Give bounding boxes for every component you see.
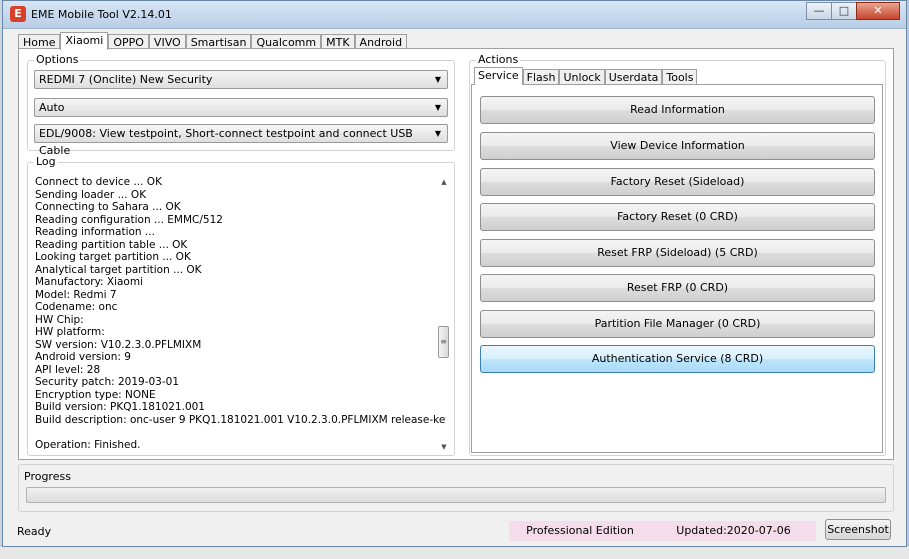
window-title: EME Mobile Tool V2.14.01	[31, 8, 172, 21]
log-line: Reading configuration ... EMMC/512	[35, 213, 223, 226]
reset-frp-sideload-button[interactable]: Reset FRP (Sideload) (5 CRD)	[480, 239, 875, 267]
log-line: Looking target partition ... OK	[35, 251, 191, 263]
tab-xiaomi[interactable]: Xiaomi	[60, 32, 109, 50]
connection-select-value: EDL/9008: View testpoint, Short-connect …	[39, 127, 413, 157]
scroll-thumb[interactable]: ≡	[438, 326, 449, 358]
log-line: Sending loader ... OK	[35, 188, 147, 201]
maximize-button[interactable]: □	[831, 2, 857, 20]
view-device-information-button[interactable]: View Device Information	[480, 132, 875, 160]
partition-file-manager-button[interactable]: Partition File Manager (0 CRD)	[480, 310, 875, 338]
log-title: Log	[34, 155, 58, 168]
log-line: HW platform:	[35, 326, 105, 338]
log-line: Operation: Finished.	[35, 438, 141, 450]
log-line: SW version: V10.2.3.0.PFLMIXM	[35, 338, 202, 351]
dropdown-arrow-icon: ▼	[434, 75, 441, 84]
actions-tab-bar: Service Flash Unlock Userdata Tools	[474, 67, 698, 85]
log-line: Reading information ...	[35, 226, 155, 238]
dropdown-arrow-icon: ▼	[434, 103, 441, 112]
status-text: Ready	[17, 525, 52, 538]
log-line: Connecting to Sahara ... OK	[35, 201, 181, 213]
factory-reset-sideload-button[interactable]: Factory Reset (Sideload)	[480, 168, 875, 196]
authentication-service-button[interactable]: Authentication Service (8 CRD)	[480, 345, 875, 373]
options-group: Options REDMI 7 (Onclite) New Security ▼…	[27, 53, 455, 157]
background-window-strip	[0, 545, 909, 559]
actions-title: Actions	[476, 53, 521, 66]
options-title: Options	[34, 53, 81, 66]
main-tab-bar: Home Xiaomi OPPO VIVO Smartisan Qualcomm…	[18, 32, 408, 50]
title-bar[interactable]: E EME Mobile Tool V2.14.01 — □ ✕	[3, 1, 906, 29]
app-logo-icon: E	[10, 6, 26, 22]
log-scrollbar[interactable]: ▲ ≡ ▼	[437, 176, 451, 453]
log-line: Security patch: 2019-03-01	[35, 376, 179, 388]
minimize-button[interactable]: —	[806, 2, 832, 20]
tab-userdata[interactable]: Userdata	[604, 69, 663, 85]
status-bar: Ready Professional Edition Updated:2020-…	[0, 517, 903, 545]
device-select-value: REDMI 7 (Onclite) New Security	[39, 73, 213, 86]
tab-service[interactable]: Service	[474, 67, 523, 85]
log-line: Manufactory: Xiaomi	[35, 276, 144, 288]
device-select[interactable]: REDMI 7 (Onclite) New Security ▼	[34, 70, 448, 89]
read-information-button[interactable]: Read Information	[480, 96, 875, 124]
log-line: API level: 28	[35, 363, 101, 376]
mode-select[interactable]: Auto ▼	[34, 98, 448, 117]
log-group: Log Connect to device ... OK Sending loa…	[27, 155, 455, 456]
dropdown-arrow-icon: ▼	[434, 129, 441, 138]
log-text-area[interactable]: Connect to device ... OK Sending loader …	[35, 176, 446, 449]
progress-bar	[26, 487, 886, 503]
tab-unlock[interactable]: Unlock	[559, 69, 605, 85]
edition-label: Professional Edition	[509, 521, 651, 541]
log-line: Encryption type: NONE	[35, 388, 156, 401]
updated-label: Updated:2020-07-06	[651, 521, 816, 541]
scroll-up-icon[interactable]: ▲	[437, 176, 451, 188]
log-line: Android version: 9	[35, 351, 131, 363]
log-line: Build version: PKQ1.181021.001	[35, 401, 205, 413]
log-line: Model: Redmi 7	[35, 288, 117, 301]
reset-frp-0-crd-button[interactable]: Reset FRP (0 CRD)	[480, 274, 875, 302]
mode-select-value: Auto	[39, 101, 65, 114]
connection-select[interactable]: EDL/9008: View testpoint, Short-connect …	[34, 124, 448, 157]
progress-group: Progress	[18, 464, 894, 512]
close-button[interactable]: ✕	[856, 2, 900, 20]
scroll-down-icon[interactable]: ▼	[437, 441, 451, 453]
progress-title: Progress	[24, 470, 71, 483]
log-line: Build description: onc-user 9 PKQ1.18102…	[35, 413, 446, 426]
log-line: Codename: onc	[35, 301, 118, 313]
screenshot-button[interactable]: Screenshot	[825, 519, 891, 540]
log-line: Reading partition table ... OK	[35, 238, 188, 251]
tab-tools[interactable]: Tools	[662, 69, 698, 85]
log-line: Connect to device ... OK	[35, 176, 162, 188]
log-line: HW Chip:	[35, 313, 84, 326]
tab-flash[interactable]: Flash	[522, 69, 560, 85]
factory-reset-0-crd-button[interactable]: Factory Reset (0 CRD)	[480, 203, 875, 231]
service-tab-panel: Read Information View Device Information…	[471, 84, 883, 453]
log-line: Analytical target partition ... OK	[35, 263, 202, 276]
